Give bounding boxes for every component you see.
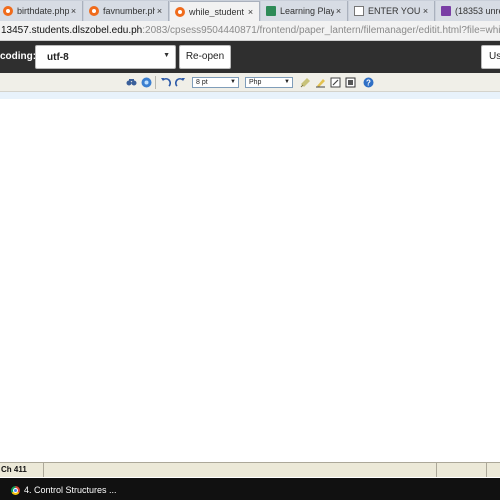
current-line-highlight (0, 92, 500, 99)
goto-icon[interactable] (141, 77, 152, 88)
tab-while-students[interactable]: while_student × (170, 1, 260, 21)
chevron-down-icon: ▼ (163, 52, 170, 59)
chrome-icon (11, 485, 20, 495)
tab-title: birthdate.php (17, 6, 69, 16)
classroom-icon (266, 6, 276, 16)
redo-icon[interactable] (175, 77, 186, 88)
fullscreen-icon[interactable] (345, 77, 356, 88)
tab-learning-play[interactable]: Learning Play × (261, 1, 348, 21)
tab-title: while_student (189, 6, 245, 17)
address-bar[interactable]: 13457.students.dlszobel.edu.ph:2083/cpse… (0, 21, 500, 41)
url-path: :2083/cpsess9504440871/frontend/paper_la… (142, 25, 500, 36)
editor-toolbar: 8 pt ▼ Php ▼ ? (0, 73, 500, 92)
tab-title: ENTER YOUR (368, 6, 421, 16)
syntax-value: Php (249, 79, 262, 86)
toolbar-divider (155, 76, 156, 89)
encoding-value: utf-8 (47, 51, 69, 63)
search-replace-icon[interactable] (126, 77, 137, 88)
syntax-select[interactable]: Php ▼ (245, 77, 293, 88)
status-divider (436, 463, 437, 477)
eraser-icon[interactable] (315, 77, 326, 88)
tab-favnumber[interactable]: favnumber.php × (84, 1, 169, 21)
tab-title: Learning Play (280, 6, 334, 16)
cursor-position: Ch 411 (1, 465, 27, 474)
cpanel-icon (89, 6, 99, 16)
reopen-button[interactable]: Re-open (179, 45, 231, 69)
close-icon[interactable]: × (155, 6, 164, 16)
close-icon[interactable]: × (334, 6, 343, 16)
editor-status-bar: Ch 411 (0, 462, 500, 477)
status-divider (486, 463, 487, 477)
tab-mail[interactable]: (18353 unre (436, 1, 500, 21)
chevron-down-icon: ▼ (230, 79, 236, 85)
url-host: 13457.students.dlszobel.edu.ph (1, 25, 143, 36)
tab-title: favnumber.php (103, 6, 155, 16)
cpanel-icon (3, 6, 13, 16)
status-divider (43, 463, 44, 477)
encoding-select[interactable]: utf-8 ▼ (35, 45, 176, 69)
os-taskbar: 4. Control Structures ... (0, 478, 500, 500)
highlight-icon[interactable] (300, 77, 311, 88)
taskbar-item-label: 4. Control Structures ... (24, 485, 117, 495)
undo-icon[interactable] (160, 77, 171, 88)
help-icon[interactable]: ? (363, 77, 374, 88)
font-size-value: 8 pt (196, 79, 208, 86)
editor-header: coding: utf-8 ▼ Re-open Us (0, 41, 500, 73)
tab-title: (18353 unre (455, 6, 500, 16)
browser-tab-strip: birthdate.php × favnumber.php × while_st… (0, 0, 500, 21)
encoding-label: coding: (0, 51, 37, 62)
close-icon[interactable]: × (421, 6, 430, 16)
code-editor[interactable] (0, 92, 500, 462)
taskbar-chrome-window[interactable]: 4. Control Structures ... (11, 481, 117, 499)
toggle-editor-icon[interactable] (330, 77, 341, 88)
svg-text:?: ? (366, 79, 371, 88)
font-size-select[interactable]: 8 pt ▼ (192, 77, 239, 88)
close-icon[interactable]: × (246, 7, 255, 17)
tab-enter-your[interactable]: ENTER YOUR × (349, 1, 435, 21)
tab-birthdate[interactable]: birthdate.php × (0, 1, 83, 21)
document-icon (354, 6, 364, 16)
close-icon[interactable]: × (69, 6, 78, 16)
use-button[interactable]: Us (481, 45, 500, 69)
mail-icon (441, 6, 451, 16)
cpanel-icon (175, 6, 185, 17)
chevron-down-icon: ▼ (284, 79, 290, 85)
